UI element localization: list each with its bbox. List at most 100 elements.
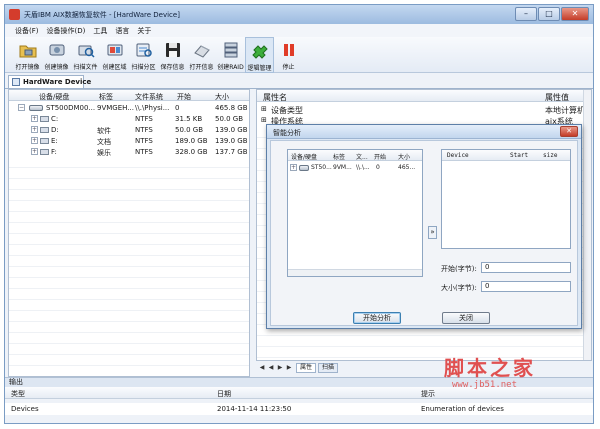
property-expand-icon[interactable]: ⊞ [261, 105, 267, 113]
dialog-list-scrollbar[interactable] [288, 269, 422, 276]
row-separator [9, 321, 249, 322]
maximize-button[interactable]: □ [538, 7, 560, 21]
menu-about[interactable]: 关于 [137, 26, 151, 36]
raid-icon [222, 41, 240, 59]
col-device[interactable]: 设备/硬盘 [39, 92, 69, 102]
start-analysis-button[interactable]: 开始分析 [353, 312, 401, 324]
disk-size: 465.8 GB [215, 104, 248, 112]
tree-row-partition-e[interactable]: + E: 文档 NTFS 189.0 GB 139.0 GB [9, 135, 249, 146]
open-info-label: 打开信息 [189, 64, 214, 71]
col-filesystem[interactable]: 文件系统 [135, 92, 163, 102]
dlg-col-size[interactable]: 大小 [398, 152, 410, 161]
dialog-title-bar[interactable]: 智能分析 ✕ [267, 125, 581, 139]
row-separator [9, 244, 249, 245]
partition-size: 139.0 GB [215, 137, 248, 145]
create-region-button[interactable]: 创建区域 [100, 37, 129, 73]
expand-icon[interactable]: + [31, 115, 38, 122]
dialog-device-list: 设备/硬盘 标签 文... 开始 大小 + ST50... 9VM... \\.… [287, 149, 423, 277]
output-row[interactable]: Devices 2014-11-14 11:23:50 Enumeration … [5, 403, 593, 415]
tab-hardware-device[interactable]: HardWare Device [8, 75, 91, 88]
menu-language[interactable]: 语言 [115, 26, 129, 36]
create-raid-button[interactable]: 创建RAID [216, 37, 245, 73]
stop-icon [280, 41, 298, 59]
dlg-col-result-start[interactable]: Start [510, 152, 528, 159]
tree-row-partition-c[interactable]: + C: NTFS 31.5 KB 50.0 GB [9, 113, 249, 124]
dlg-col-start[interactable]: 开始 [374, 152, 386, 161]
open-image-button[interactable]: 打开镜像 [13, 37, 42, 73]
expand-icon[interactable]: + [31, 148, 38, 155]
col-date[interactable]: 日期 [217, 389, 231, 399]
minimize-button[interactable]: – [515, 7, 537, 21]
add-to-analysis-button[interactable]: » [428, 226, 437, 239]
first-tab-icon[interactable]: ◀ [258, 364, 266, 372]
col-type[interactable]: 类型 [11, 389, 25, 399]
dialog-close-button[interactable]: 关闭 [442, 312, 490, 324]
menu-tools[interactable]: 工具 [93, 26, 107, 36]
disk-fs: \\.\Physi... [135, 104, 170, 112]
scan-files-button[interactable]: 扫描文件 [71, 37, 100, 73]
watermark-url: www.jb51.net [452, 380, 518, 390]
dialog-close-icon[interactable]: ✕ [560, 126, 578, 137]
logic-manage-button[interactable]: 逻辑管理 [245, 37, 274, 73]
menu-device-ops[interactable]: 设备操作(D) [47, 26, 86, 36]
dlg-col-result-device[interactable]: Device [447, 152, 469, 159]
dlg-col-label[interactable]: 标签 [333, 152, 345, 161]
row-separator [9, 288, 249, 289]
disk-name: ST500DM00... [46, 104, 96, 112]
row-separator [9, 178, 249, 179]
dlg-disk-size: 465... [398, 164, 416, 171]
last-tab-icon[interactable]: ▶ [285, 364, 293, 372]
col-label[interactable]: 标签 [99, 92, 113, 102]
property-row[interactable]: ⊞ 设备类型 本地计算机 [257, 104, 591, 115]
dlg-col-device[interactable]: 设备/硬盘 [291, 152, 317, 161]
partition-fs: NTFS [135, 115, 153, 123]
properties-header: 属性名 属性值 [257, 90, 591, 102]
size-bytes-input[interactable]: 0 [481, 281, 571, 292]
col-property-value[interactable]: 属性值 [545, 92, 569, 103]
col-size[interactable]: 大小 [215, 92, 229, 102]
dlg-col-result-size[interactable]: size [543, 152, 557, 159]
row-separator [9, 310, 249, 311]
col-start[interactable]: 开始 [177, 92, 191, 102]
dlg-disk-fs: \\.\... [356, 164, 370, 171]
properties-scrollbar[interactable] [583, 90, 591, 360]
next-tab-icon[interactable]: ▶ [276, 364, 284, 372]
title-bar[interactable]: 天盾IBM AIX数据恢复软件 - [HardWare Device] – □ … [5, 5, 593, 24]
tree-row-disk[interactable]: − ST500DM00... 9VMGEH... \\.\Physi... 0 … [9, 102, 249, 113]
partition-name: F: [51, 148, 57, 156]
create-image-button[interactable]: 创建镜像 [42, 37, 71, 73]
disk-scan-icon [77, 41, 95, 59]
logic-manage-icon [251, 42, 269, 60]
property-expand-icon[interactable]: ⊞ [261, 116, 267, 124]
open-info-button[interactable]: 打开信息 [187, 37, 216, 73]
menu-device[interactable]: 设备(F) [15, 26, 39, 36]
close-button[interactable]: ✕ [561, 7, 589, 21]
folder-disk-icon [19, 41, 37, 59]
scan-partition-button[interactable]: 扫描分区 [129, 37, 158, 73]
expand-icon[interactable]: + [290, 164, 297, 171]
row-separator [257, 335, 591, 336]
tab-properties[interactable]: 属性 [296, 363, 317, 373]
expand-icon[interactable]: + [31, 137, 38, 144]
dialog-title: 智能分析 [273, 129, 301, 137]
smart-analysis-dialog: 智能分析 ✕ 设备/硬盘 标签 文... 开始 大小 + ST50... 9VM… [266, 124, 582, 329]
dlg-col-fs[interactable]: 文... [356, 152, 368, 161]
dialog-list-row[interactable]: + ST50... 9VM... \\.\... 0 465... [288, 162, 422, 173]
stop-label: 停止 [282, 64, 295, 71]
col-message[interactable]: 提示 [421, 389, 435, 399]
stop-button[interactable]: 停止 [274, 37, 303, 73]
tree-row-partition-d[interactable]: + D: 软件 NTFS 50.0 GB 139.0 GB [9, 124, 249, 135]
start-bytes-input[interactable]: 0 [481, 262, 571, 273]
prev-tab-icon[interactable]: ◀ [267, 364, 275, 372]
tree-row-partition-f[interactable]: + F: 娱乐 NTFS 328.0 GB 137.7 GB [9, 146, 249, 157]
col-property-name[interactable]: 属性名 [263, 92, 287, 103]
open-info-icon [193, 41, 211, 59]
collapse-icon[interactable]: − [18, 104, 25, 111]
expand-icon[interactable]: + [31, 126, 38, 133]
save-info-button[interactable]: 保存信息 [158, 37, 187, 73]
tab-scan[interactable]: 扫描 [318, 363, 339, 373]
save-info-label: 保存信息 [160, 64, 185, 71]
dialog-list-header: 设备/硬盘 标签 文... 开始 大小 [288, 150, 422, 161]
partition-icon [40, 116, 49, 122]
row-separator [9, 233, 249, 234]
